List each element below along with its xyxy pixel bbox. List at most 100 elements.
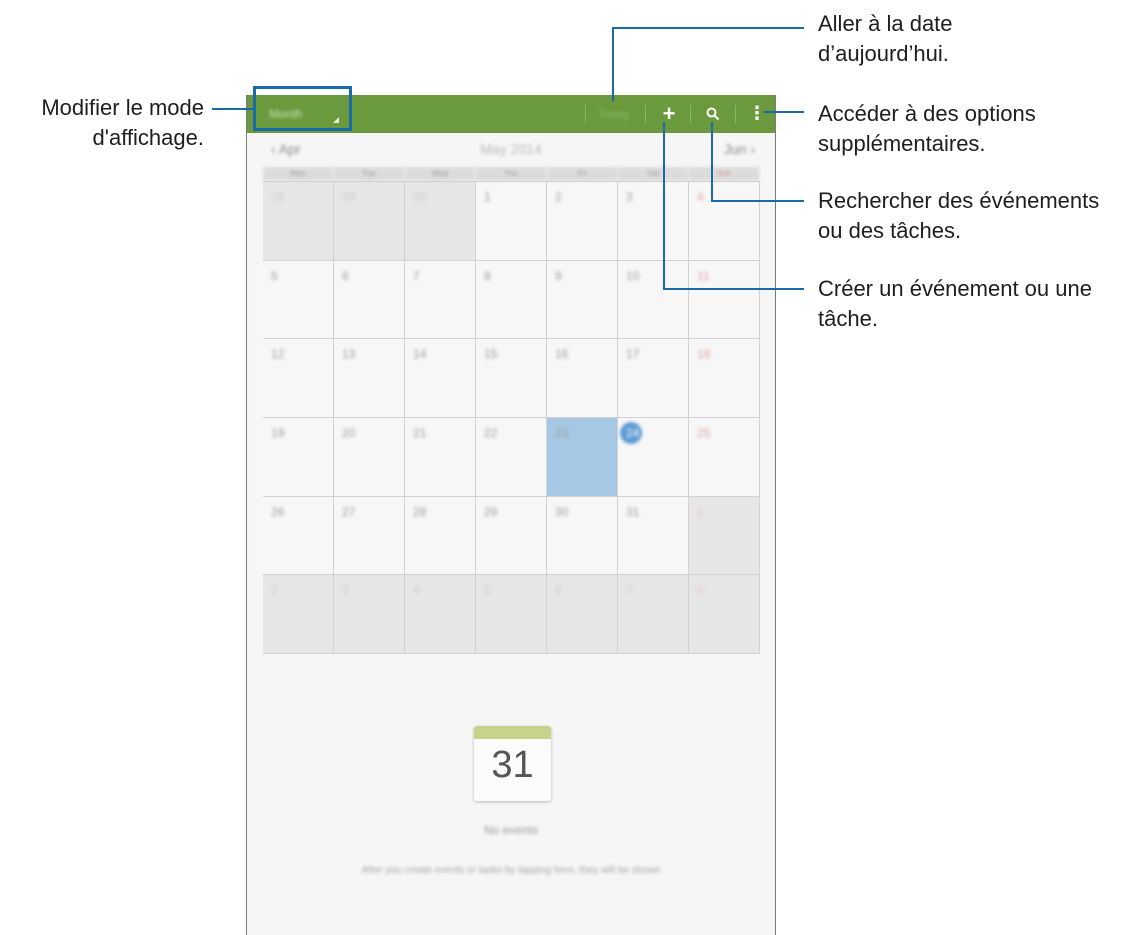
day-number: 28: [271, 190, 285, 204]
calendar-icon-number: 31: [491, 744, 534, 786]
day-cell[interactable]: 27: [334, 496, 405, 576]
weekday-label: Fri: [547, 167, 618, 181]
day-number: 5: [271, 268, 278, 283]
today-button[interactable]: Today: [589, 95, 639, 133]
day-cell[interactable]: 26: [263, 496, 334, 576]
callout-line: [764, 111, 804, 113]
weekday-label: Mon: [263, 167, 334, 181]
day-number: 22: [484, 425, 498, 440]
day-cell[interactable]: 31: [618, 496, 689, 576]
day-cell[interactable]: 4: [689, 182, 760, 261]
day-number: 23: [555, 425, 569, 440]
day-number: 26: [271, 504, 285, 519]
day-number: 21: [413, 425, 427, 440]
next-month-button[interactable]: Jun ›: [724, 141, 755, 157]
day-cell[interactable]: 7: [618, 575, 689, 654]
day-cell[interactable]: 7: [405, 260, 476, 340]
day-cell[interactable]: 22: [476, 417, 547, 497]
callout-text: d’aujourd’hui.: [818, 41, 949, 66]
day-number: 4: [697, 190, 704, 204]
day-number: 29: [342, 190, 356, 204]
callout-line: [663, 288, 804, 290]
day-number: 17: [626, 347, 640, 362]
weekday-label: Sat: [618, 167, 689, 181]
day-number: 13: [342, 347, 356, 362]
day-cell[interactable]: 8: [689, 575, 760, 654]
day-cell[interactable]: 14: [405, 339, 476, 418]
callout-line: [663, 122, 665, 290]
view-mode-highlight: [253, 86, 352, 131]
day-cell[interactable]: 15: [476, 339, 547, 418]
day-cell[interactable]: 29: [334, 182, 405, 261]
day-number: 4: [413, 583, 420, 598]
weekday-label: Tue: [334, 167, 405, 181]
day-cell[interactable]: 2: [263, 575, 334, 654]
day-number: 16: [555, 347, 569, 362]
divider: [690, 105, 691, 123]
month-title: May 2014: [480, 141, 542, 157]
day-cell[interactable]: 2: [547, 182, 618, 261]
callout-text: Aller à la date: [818, 11, 953, 36]
day-cell[interactable]: 5: [263, 260, 334, 340]
day-number: 5: [484, 583, 491, 598]
day-number: 24: [626, 425, 640, 440]
day-cell[interactable]: 12: [263, 339, 334, 418]
day-cell[interactable]: 29: [476, 496, 547, 576]
day-cell[interactable]: 1: [476, 182, 547, 261]
weekday-label: Thu: [476, 167, 547, 181]
selected-day-cell[interactable]: 23: [547, 417, 618, 497]
add-icon[interactable]: +: [655, 95, 683, 133]
day-number: 14: [413, 347, 427, 362]
divider: [645, 105, 646, 123]
day-cell[interactable]: 5: [476, 575, 547, 654]
day-cell[interactable]: 10: [618, 260, 689, 340]
day-cell[interactable]: 4: [405, 575, 476, 654]
day-cell[interactable]: 8: [476, 260, 547, 340]
empty-hint-text[interactable]: After you create events or tasks by tapp…: [247, 865, 775, 876]
callout-text: Modifier le mode: [41, 95, 204, 120]
today-day-cell[interactable]: 24: [618, 417, 689, 497]
more-options-icon[interactable]: ⋮: [747, 95, 767, 133]
day-cell[interactable]: 6: [334, 260, 405, 340]
day-cell[interactable]: 13: [334, 339, 405, 418]
day-cell[interactable]: 3: [618, 182, 689, 261]
day-cell[interactable]: 18: [689, 339, 760, 418]
calendar-icon: 31: [474, 726, 551, 801]
day-cell[interactable]: 1: [689, 496, 760, 576]
day-number: 19: [271, 425, 285, 440]
day-cell[interactable]: 25: [689, 417, 760, 497]
calendar-icon-header: [474, 726, 551, 739]
day-cell[interactable]: 11: [689, 260, 760, 340]
day-number: 7: [413, 268, 420, 283]
divider: [585, 105, 586, 123]
day-number: 30: [555, 504, 569, 519]
day-cell[interactable]: 9: [547, 260, 618, 340]
day-cell[interactable]: 30: [547, 496, 618, 576]
callout-search: Rechercher des événements ou des tâches.: [818, 186, 1099, 246]
day-cell[interactable]: 21: [405, 417, 476, 497]
day-cell[interactable]: 6: [547, 575, 618, 654]
callout-text: tâche.: [818, 306, 878, 331]
day-cell[interactable]: 3: [334, 575, 405, 654]
callout-text: Rechercher des événements: [818, 188, 1100, 213]
search-icon[interactable]: [699, 95, 727, 133]
day-cell[interactable]: 19: [263, 417, 334, 497]
callout-line: [711, 200, 804, 202]
day-cell[interactable]: 20: [334, 417, 405, 497]
weekday-label: Sun: [689, 167, 760, 181]
day-cell[interactable]: 16: [547, 339, 618, 418]
weekday-header: Mon Tue Wed Thu Fri Sat Sun: [263, 167, 760, 181]
day-cell[interactable]: 28: [405, 496, 476, 576]
day-number: 28: [413, 504, 427, 519]
day-number: 6: [555, 583, 562, 598]
callout-line: [612, 27, 614, 101]
day-cell[interactable]: 28: [263, 182, 334, 261]
day-number: 27: [342, 504, 356, 519]
day-number: 25: [697, 425, 711, 440]
day-cell[interactable]: 17: [618, 339, 689, 418]
day-cell[interactable]: 30: [405, 182, 476, 261]
callout-text: d'affichage.: [92, 125, 204, 150]
callout-text: supplémentaires.: [818, 131, 986, 156]
callout-text: Accéder à des options: [818, 101, 1036, 126]
day-number: 2: [555, 190, 562, 204]
